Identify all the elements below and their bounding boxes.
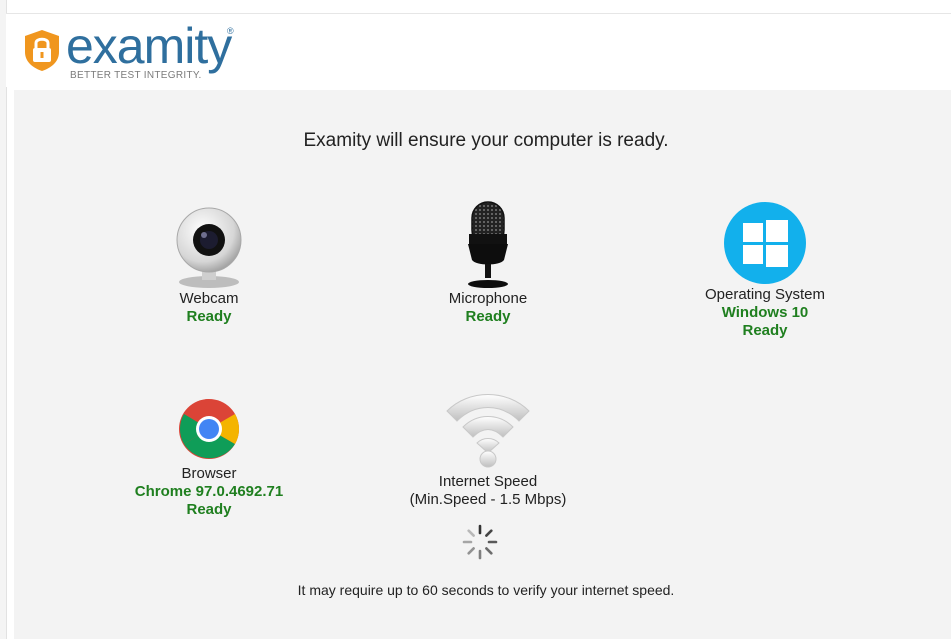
- registered-mark: ®: [227, 26, 234, 36]
- internet-speed-label: Internet Speed: [438, 473, 538, 490]
- browser-check: Browser Chrome 97.0.4692.71 Ready: [99, 397, 319, 519]
- browser-label: Browser: [181, 465, 237, 482]
- webcam-icon: [176, 207, 242, 288]
- page-heading: Examity will ensure your computer is rea…: [303, 130, 669, 151]
- brand-tagline: BETTER TEST INTEGRITY.: [70, 70, 202, 81]
- internet-speed-check: Internet Speed (Min.Speed - 1.5 Mbps): [378, 387, 598, 509]
- wifi-icon: [446, 394, 530, 468]
- os-version: Windows 10: [721, 304, 809, 321]
- webcam-label: Webcam: [179, 290, 239, 307]
- brand-wordmark: examity: [66, 18, 232, 74]
- system-check-panel: Examity will ensure your computer is rea…: [14, 90, 951, 639]
- loading-spinner-icon: [462, 524, 498, 560]
- left-border: [0, 0, 7, 639]
- chrome-icon: [179, 399, 240, 459]
- microphone-icon: [468, 201, 508, 288]
- browser-status: Ready: [186, 501, 232, 518]
- microphone-check: Microphone Ready: [378, 200, 598, 326]
- microphone-label: Microphone: [448, 290, 528, 307]
- speed-test-note: It may require up to 60 seconds to verif…: [297, 582, 675, 598]
- microphone-status: Ready: [465, 308, 511, 325]
- windows-icon: [724, 202, 806, 284]
- os-status: Ready: [742, 322, 788, 339]
- header: examity ® BETTER TEST INTEGRITY.: [6, 13, 951, 87]
- os-label: Operating System: [704, 286, 826, 303]
- browser-version: Chrome 97.0.4692.71: [134, 483, 284, 500]
- webcam-check: Webcam Ready: [99, 202, 319, 326]
- webcam-status: Ready: [186, 308, 232, 325]
- lock-shield-icon: [25, 30, 59, 71]
- os-check: Operating System Windows 10 Ready: [655, 202, 875, 340]
- examity-logo[interactable]: examity ® BETTER TEST INTEGRITY.: [22, 18, 262, 86]
- internet-speed-requirement: (Min.Speed - 1.5 Mbps): [409, 491, 567, 508]
